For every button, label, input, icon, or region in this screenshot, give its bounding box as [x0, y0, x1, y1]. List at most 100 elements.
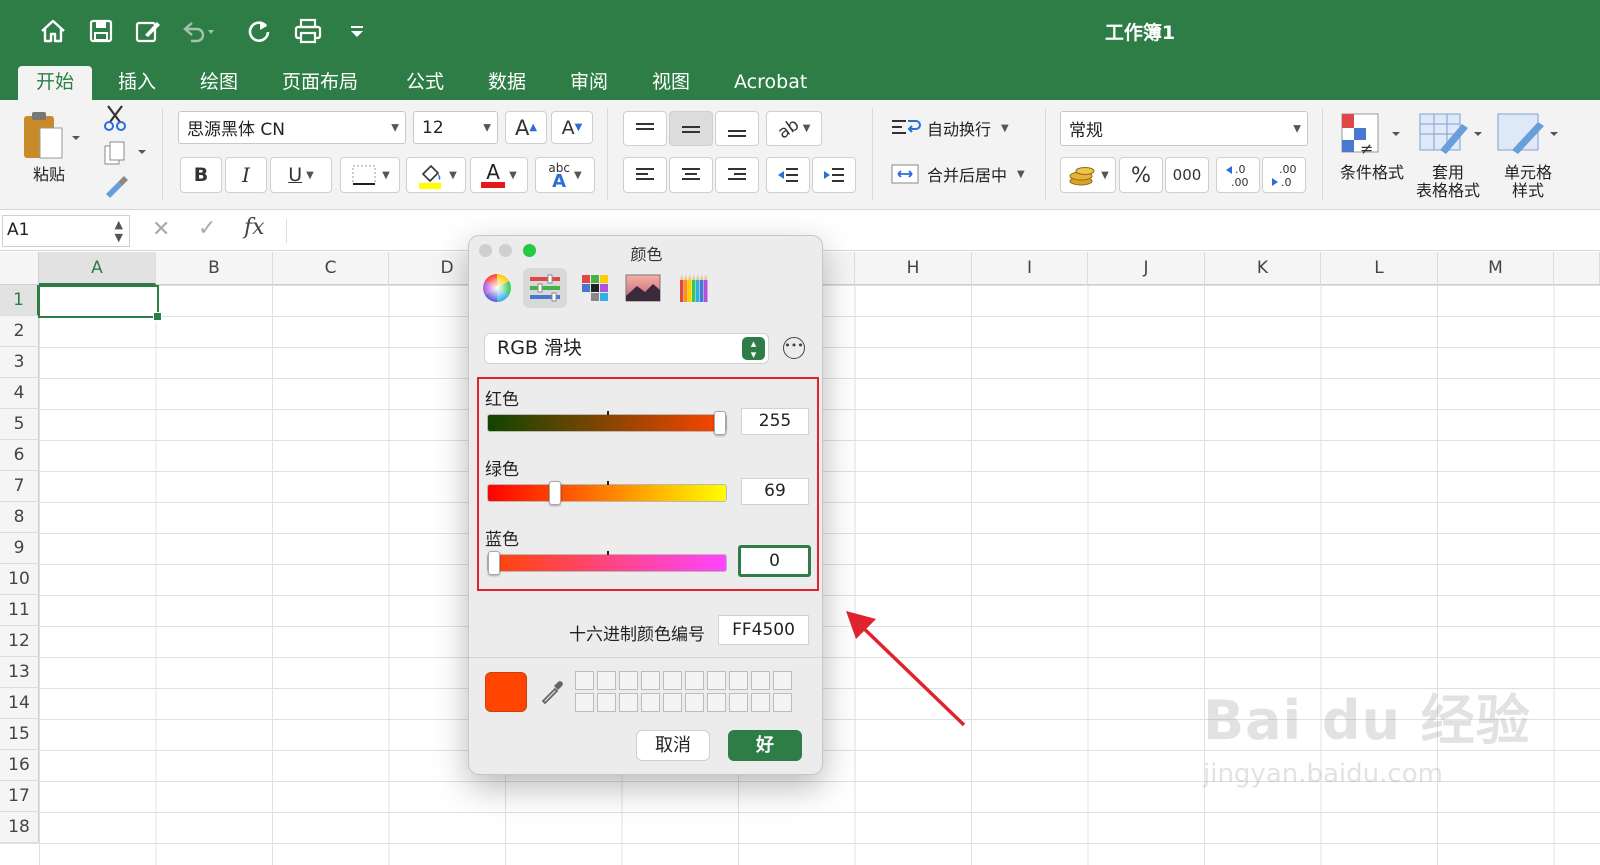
save-icon[interactable] — [84, 14, 118, 48]
eyedropper-icon[interactable] — [539, 679, 565, 711]
column-header-J[interactable]: J — [1088, 252, 1205, 285]
color-wheel-tab[interactable] — [475, 268, 519, 308]
font-name-select[interactable]: 思源黑体 CN ▼ — [178, 111, 406, 144]
row-header-16[interactable]: 16 — [0, 750, 39, 781]
row-header-11[interactable]: 11 — [0, 595, 39, 626]
row-header-1[interactable]: 1 — [0, 285, 39, 316]
color-well[interactable] — [663, 671, 682, 690]
orientation-button[interactable]: ab ▼ — [766, 111, 822, 146]
color-well[interactable] — [619, 671, 638, 690]
color-palettes-tab[interactable] — [573, 268, 617, 308]
color-well[interactable] — [641, 693, 660, 712]
hex-value-field[interactable]: FF4500 — [718, 615, 809, 645]
wrap-text-button[interactable]: 自动换行 ▼ — [890, 116, 1009, 140]
color-well[interactable] — [773, 671, 792, 690]
color-well[interactable] — [707, 693, 726, 712]
tab-draw[interactable]: 绘图 — [182, 66, 256, 100]
cell-styles-button[interactable] — [1494, 110, 1560, 162]
row-header-3[interactable]: 3 — [0, 347, 39, 378]
borders-button[interactable]: ▼ — [340, 157, 400, 193]
merge-center-button[interactable]: 合并后居中 ▼ — [890, 162, 1025, 186]
color-well[interactable] — [597, 693, 616, 712]
confirm-entry-icon[interactable]: ✓ — [198, 216, 216, 241]
active-cell-A1[interactable] — [38, 285, 162, 321]
color-well[interactable] — [597, 671, 616, 690]
font-color-button[interactable]: A ▼ — [470, 157, 528, 193]
format-as-table-button[interactable] — [1416, 110, 1482, 162]
home-icon[interactable] — [36, 14, 70, 48]
tab-view[interactable]: 视图 — [634, 66, 708, 100]
shrink-font-button[interactable]: A ▼ — [551, 111, 593, 144]
color-well[interactable] — [751, 671, 770, 690]
column-header-B[interactable]: B — [156, 252, 273, 285]
decrease-decimal-button[interactable]: .00.0 — [1262, 157, 1306, 193]
more-options-icon[interactable]: ••• — [783, 337, 805, 359]
color-well[interactable] — [729, 671, 748, 690]
copy-icon[interactable] — [102, 140, 150, 170]
grow-font-button[interactable]: A ▲ — [505, 111, 547, 144]
tab-insert[interactable]: 插入 — [100, 66, 174, 100]
row-header-15[interactable]: 15 — [0, 719, 39, 750]
color-well[interactable] — [685, 671, 704, 690]
color-well[interactable] — [773, 693, 792, 712]
format-painter-icon[interactable] — [102, 174, 130, 204]
cancel-entry-icon[interactable]: ✕ — [152, 217, 170, 242]
conditional-format-button[interactable]: ≠ — [1338, 110, 1404, 162]
redo-icon[interactable] — [242, 14, 276, 48]
column-header-H[interactable]: H — [855, 252, 972, 285]
align-bottom-button[interactable] — [715, 111, 759, 146]
cut-icon[interactable] — [102, 104, 128, 136]
customize-icon[interactable] — [340, 14, 374, 48]
column-header-M[interactable]: M — [1438, 252, 1554, 285]
tab-data[interactable]: 数据 — [470, 66, 544, 100]
color-well[interactable] — [641, 671, 660, 690]
tab-formulas[interactable]: 公式 — [388, 66, 462, 100]
undo-icon[interactable] — [181, 14, 215, 48]
align-middle-button[interactable] — [669, 111, 713, 146]
number-format-select[interactable]: 常规 ▼ — [1060, 111, 1308, 146]
row-header-18[interactable]: 18 — [0, 812, 39, 843]
cancel-button[interactable]: 取消 — [636, 730, 710, 761]
row-header-10[interactable]: 10 — [0, 564, 39, 595]
green-slider-thumb[interactable] — [549, 481, 562, 505]
color-dialog[interactable]: 颜色 RGB 滑块 ▴ ▾ ••• 红色 255 绿色 69 蓝色 0 十六进制… — [468, 235, 823, 775]
tab-acrobat[interactable]: Acrobat — [716, 66, 825, 100]
image-palettes-tab[interactable] — [621, 268, 665, 308]
underline-button[interactable]: U ▼ — [270, 157, 332, 193]
fill-color-button[interactable]: ▼ — [406, 157, 466, 193]
name-box-stepper-icon[interactable]: ▲ ▼ — [115, 218, 123, 244]
align-right-button[interactable] — [715, 157, 759, 193]
red-slider-thumb[interactable] — [714, 411, 726, 435]
color-well[interactable] — [685, 693, 704, 712]
blue-slider-thumb[interactable] — [488, 551, 500, 575]
row-header-2[interactable]: 2 — [0, 316, 39, 347]
tab-review[interactable]: 审阅 — [552, 66, 626, 100]
paste-button[interactable] — [20, 108, 82, 164]
blue-value-field[interactable]: 0 — [738, 545, 811, 577]
phonetic-button[interactable]: abc A ▼ — [535, 157, 595, 193]
thousands-separator-button[interactable]: 000 — [1165, 157, 1209, 193]
increase-indent-button[interactable] — [812, 157, 856, 193]
color-well[interactable] — [575, 671, 594, 690]
row-header-8[interactable]: 8 — [0, 502, 39, 533]
edit-icon[interactable] — [131, 14, 165, 48]
row-header-12[interactable]: 12 — [0, 626, 39, 657]
pencils-tab[interactable] — [673, 268, 717, 308]
color-well[interactable] — [729, 693, 748, 712]
row-header-9[interactable]: 9 — [0, 533, 39, 564]
slider-mode-select[interactable]: RGB 滑块 ▴ ▾ — [484, 333, 769, 364]
increase-decimal-button[interactable]: .0.00 — [1216, 157, 1260, 193]
accounting-format-button[interactable]: ▼ — [1060, 157, 1116, 193]
red-value-field[interactable]: 255 — [741, 408, 809, 435]
column-header-K[interactable]: K — [1205, 252, 1321, 285]
current-color-swatch[interactable] — [485, 672, 527, 712]
tab-page-layout[interactable]: 页面布局 — [264, 66, 376, 100]
row-header-6[interactable]: 6 — [0, 440, 39, 471]
bold-button[interactable]: B — [180, 157, 222, 193]
row-header-14[interactable]: 14 — [0, 688, 39, 719]
row-header-4[interactable]: 4 — [0, 378, 39, 409]
column-header-C[interactable]: C — [273, 252, 389, 285]
color-well[interactable] — [751, 693, 770, 712]
align-left-button[interactable] — [623, 157, 667, 193]
percent-button[interactable]: % — [1119, 157, 1163, 193]
